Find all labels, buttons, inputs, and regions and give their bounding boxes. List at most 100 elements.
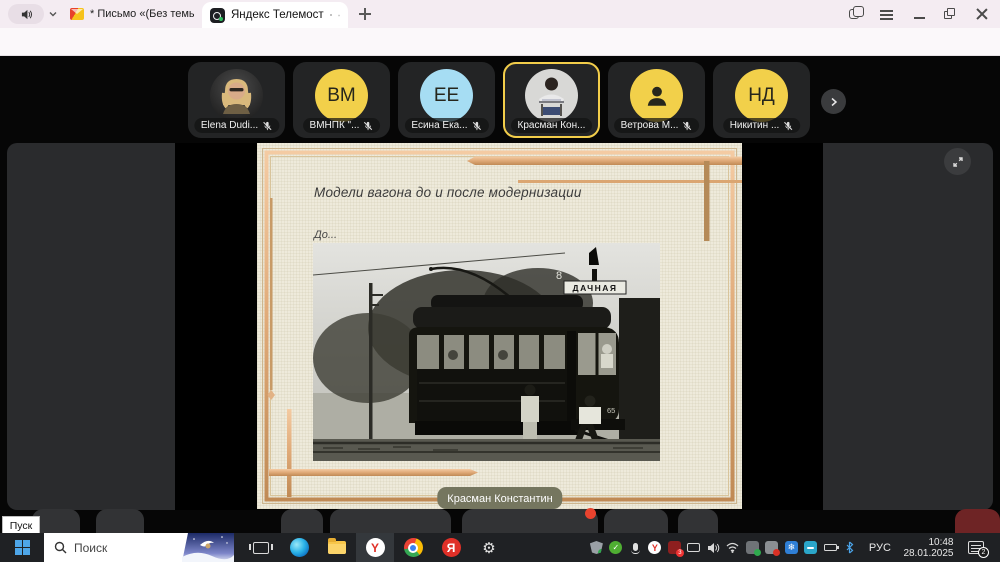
mic-muted-icon xyxy=(363,121,373,131)
tab-close-icon[interactable] xyxy=(338,11,340,20)
tab-sound-button[interactable] xyxy=(8,4,44,24)
window-restore-button[interactable] xyxy=(943,7,957,21)
new-tab-button[interactable] xyxy=(358,7,372,21)
person-icon xyxy=(644,83,670,109)
speaker-icon xyxy=(21,9,32,20)
yandex-tray-icon[interactable]: Y xyxy=(648,541,661,554)
gear-icon: ⚙ xyxy=(482,539,495,557)
clock-date: 28.01.2025 xyxy=(903,548,953,559)
battery-icon[interactable] xyxy=(824,541,837,554)
participants-next-button[interactable] xyxy=(821,89,846,114)
participant-tile[interactable]: Ветрова М... xyxy=(608,62,705,138)
folder-icon xyxy=(328,541,346,554)
participant-tile-active-speaker[interactable]: Красман Кон... xyxy=(503,62,600,138)
participant-name: Никитин ... xyxy=(730,120,780,131)
avatar xyxy=(525,69,578,122)
participant-name: Ветрова М... xyxy=(621,120,679,131)
taskbar: Поиск Y Я ⚙ ✓ Y 3 xyxy=(0,533,1000,562)
active-speaker-label: Красман Константин xyxy=(437,487,562,509)
tab-telemost-title: Яндекс Телемост xyxy=(231,9,324,21)
taskbar-explorer[interactable] xyxy=(318,533,356,562)
window-minimize-button[interactable] xyxy=(913,7,927,21)
browser-tabstrip: * Письмо «(Без темы)» — Яндекс Телемост xyxy=(0,0,1000,28)
start-button[interactable] xyxy=(0,533,44,562)
clock-time: 10:48 xyxy=(928,537,953,548)
action-center-icon[interactable]: 2 xyxy=(968,541,984,554)
browser-toolbar: Я telemost.yandex.ru Яндекс Телемост xyxy=(0,28,1000,56)
sync-ok-icon[interactable]: ✓ xyxy=(609,541,622,554)
tram-sign-text: ДАЧНАЯ xyxy=(573,283,618,293)
avatar: НД xyxy=(735,69,788,122)
notification-count: 2 xyxy=(978,547,989,558)
messenger-icon[interactable]: 3 xyxy=(668,541,681,554)
mic-muted-icon xyxy=(472,121,482,131)
search-placeholder: Поиск xyxy=(74,541,107,555)
chrome-icon xyxy=(404,538,423,557)
tram-car-number: 65 xyxy=(607,406,615,415)
chevron-right-icon xyxy=(829,97,839,107)
desktop: * Письмо «(Без темы)» — Яндекс Телемост … xyxy=(0,0,1000,562)
taskbar-clock[interactable]: 10:48 28.01.2025 xyxy=(903,537,953,559)
yandex-browser-icon: Y xyxy=(366,538,385,557)
task-view-icon xyxy=(253,542,269,554)
notification-dot xyxy=(585,508,596,519)
mic-muted-icon xyxy=(682,121,692,131)
tram-route-number: 8 xyxy=(556,270,562,282)
avatar-initials: ЕЕ xyxy=(434,85,459,107)
bluetooth-icon[interactable] xyxy=(843,541,856,554)
task-view-button[interactable] xyxy=(242,533,280,562)
participant-tile[interactable]: Elena Dudi... xyxy=(188,62,285,138)
phone-icon[interactable] xyxy=(746,541,759,554)
slide-title: Модели вагона до и после модернизации xyxy=(314,185,582,200)
remote-app-icon[interactable] xyxy=(804,541,817,554)
man-photo-avatar xyxy=(525,69,578,122)
telemost-favicon xyxy=(210,8,225,23)
tab-mail[interactable]: * Письмо «(Без темы)» — xyxy=(66,3,198,25)
taskbar-chrome[interactable] xyxy=(394,533,432,562)
taskbar-yandex[interactable]: Я xyxy=(432,533,470,562)
camera-blocked-icon[interactable] xyxy=(765,541,778,554)
taskbar-edge[interactable] xyxy=(280,533,318,562)
participant-tile[interactable]: НД Никитин ... xyxy=(713,62,810,138)
avatar: ВМ xyxy=(315,69,368,122)
taskbar-settings[interactable]: ⚙ xyxy=(470,533,508,562)
language-indicator[interactable]: РУС xyxy=(869,542,891,554)
participant-tile[interactable]: ЕЕ Есина Ека... xyxy=(398,62,495,138)
taskbar-yandex-browser[interactable]: Y xyxy=(356,533,394,562)
taskbar-search[interactable]: Поиск xyxy=(44,533,234,562)
system-tray: ✓ Y 3 ❄ РУС 10:48 28.01.2025 xyxy=(590,537,1000,559)
avatar xyxy=(630,69,683,122)
window-close-button[interactable] xyxy=(975,7,989,21)
yandex-icon: Я xyxy=(442,538,461,557)
tram-photo: ДАЧНАЯ 8 65 xyxy=(313,243,660,461)
tab-telemost[interactable]: Яндекс Телемост xyxy=(202,2,348,28)
edge-icon xyxy=(290,538,309,557)
mic-tray-icon[interactable] xyxy=(629,541,642,554)
avatar xyxy=(210,69,263,122)
windows-logo-icon xyxy=(15,540,30,555)
cast-icon[interactable] xyxy=(687,541,700,554)
participant-name: Есина Ека... xyxy=(411,120,467,131)
avatar: ЕЕ xyxy=(420,69,473,122)
participant-tile[interactable]: ВМ ВМНПК "... xyxy=(293,62,390,138)
mic-muted-icon xyxy=(783,121,793,131)
woman-photo-avatar xyxy=(210,69,263,122)
tab-panels-icon[interactable] xyxy=(849,9,859,19)
slide-before-label: До... xyxy=(314,229,337,241)
browser-menu-icon[interactable] xyxy=(880,7,894,21)
presentation-slide: Модели вагона до и после модернизации До… xyxy=(257,143,742,509)
tab-speaker-icon[interactable] xyxy=(330,10,332,20)
fullscreen-button[interactable] xyxy=(944,148,971,175)
tab-list-chevron-icon[interactable] xyxy=(48,9,58,19)
avatar-initials: ВМ xyxy=(327,85,356,107)
tab-mail-title: * Письмо «(Без темы)» — xyxy=(90,8,194,20)
volume-icon[interactable] xyxy=(707,541,720,554)
participant-name: Красман Кон... xyxy=(518,120,586,131)
defender-icon[interactable] xyxy=(590,541,603,554)
participant-name: ВМНПК "... xyxy=(310,120,360,131)
wifi-icon[interactable] xyxy=(726,541,739,554)
mail-icon xyxy=(70,8,84,20)
snowflake-icon[interactable]: ❄ xyxy=(785,541,798,554)
search-icon xyxy=(54,541,67,554)
mic-muted-icon xyxy=(262,121,272,131)
